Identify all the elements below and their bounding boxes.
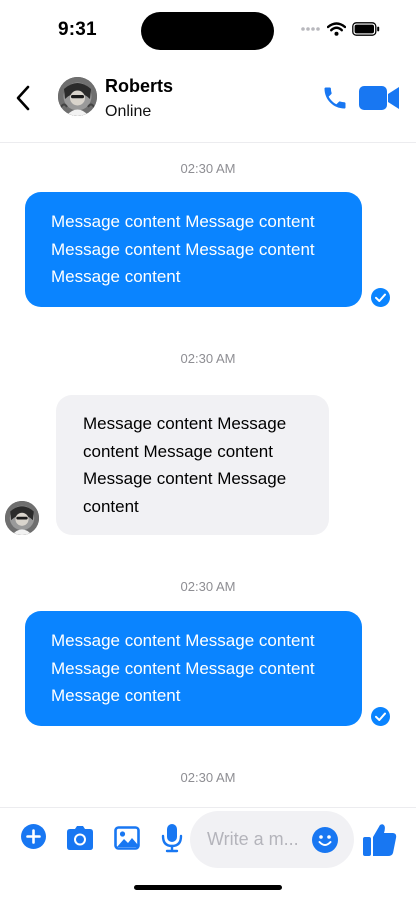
read-check-icon — [371, 707, 390, 726]
camera-icon — [67, 826, 93, 850]
back-button[interactable] — [10, 82, 36, 114]
chevron-left-icon — [16, 85, 30, 111]
contact-status: Online — [105, 103, 152, 120]
status-icons — [301, 22, 380, 36]
status-bar: 9:31 — [0, 0, 416, 62]
message-list[interactable]: 02:30 AM Message content Message content… — [0, 143, 416, 807]
contact-name[interactable]: Roberts — [105, 76, 173, 97]
sender-avatar — [5, 501, 39, 535]
video-call-button[interactable] — [357, 84, 401, 112]
incoming-message-bubble[interactable]: Message content Message content Message … — [56, 395, 329, 535]
gallery-button[interactable] — [114, 826, 140, 850]
plus-circle-icon — [21, 824, 46, 849]
outgoing-message-bubble[interactable]: Message content Message content Message … — [25, 192, 362, 307]
message-timestamp: 02:30 AM — [180, 579, 236, 594]
home-indicator — [134, 885, 282, 890]
emoji-button[interactable] — [312, 827, 338, 853]
message-input[interactable]: Write a m... — [190, 811, 354, 868]
outgoing-message-bubble[interactable]: Message content Message content Message … — [25, 611, 362, 726]
cellular-signal-icon — [301, 27, 320, 31]
status-time: 9:31 — [58, 19, 97, 40]
message-input-placeholder: Write a m... — [207, 829, 299, 849]
wifi-icon — [327, 22, 346, 36]
microphone-icon — [161, 824, 183, 853]
add-attachment-button[interactable] — [21, 824, 46, 849]
like-button[interactable] — [362, 822, 398, 858]
dynamic-island — [141, 12, 274, 50]
message-timestamp: 02:30 AM — [180, 161, 236, 176]
call-button[interactable] — [320, 84, 350, 112]
message-timestamp: 02:30 AM — [180, 770, 236, 785]
chat-header: Roberts Online — [0, 62, 416, 143]
contact-avatar[interactable] — [58, 77, 97, 116]
thumbs-up-icon — [363, 824, 397, 856]
camera-button[interactable] — [66, 825, 94, 851]
video-camera-icon — [359, 86, 399, 110]
image-icon — [114, 826, 140, 850]
battery-icon — [352, 22, 380, 36]
voice-message-button[interactable] — [161, 823, 183, 853]
phone-icon — [324, 87, 346, 109]
read-check-icon — [371, 288, 390, 307]
message-timestamp: 02:30 AM — [180, 351, 236, 366]
message-composer: Write a m... — [0, 807, 416, 874]
emoji-icon — [312, 827, 338, 853]
